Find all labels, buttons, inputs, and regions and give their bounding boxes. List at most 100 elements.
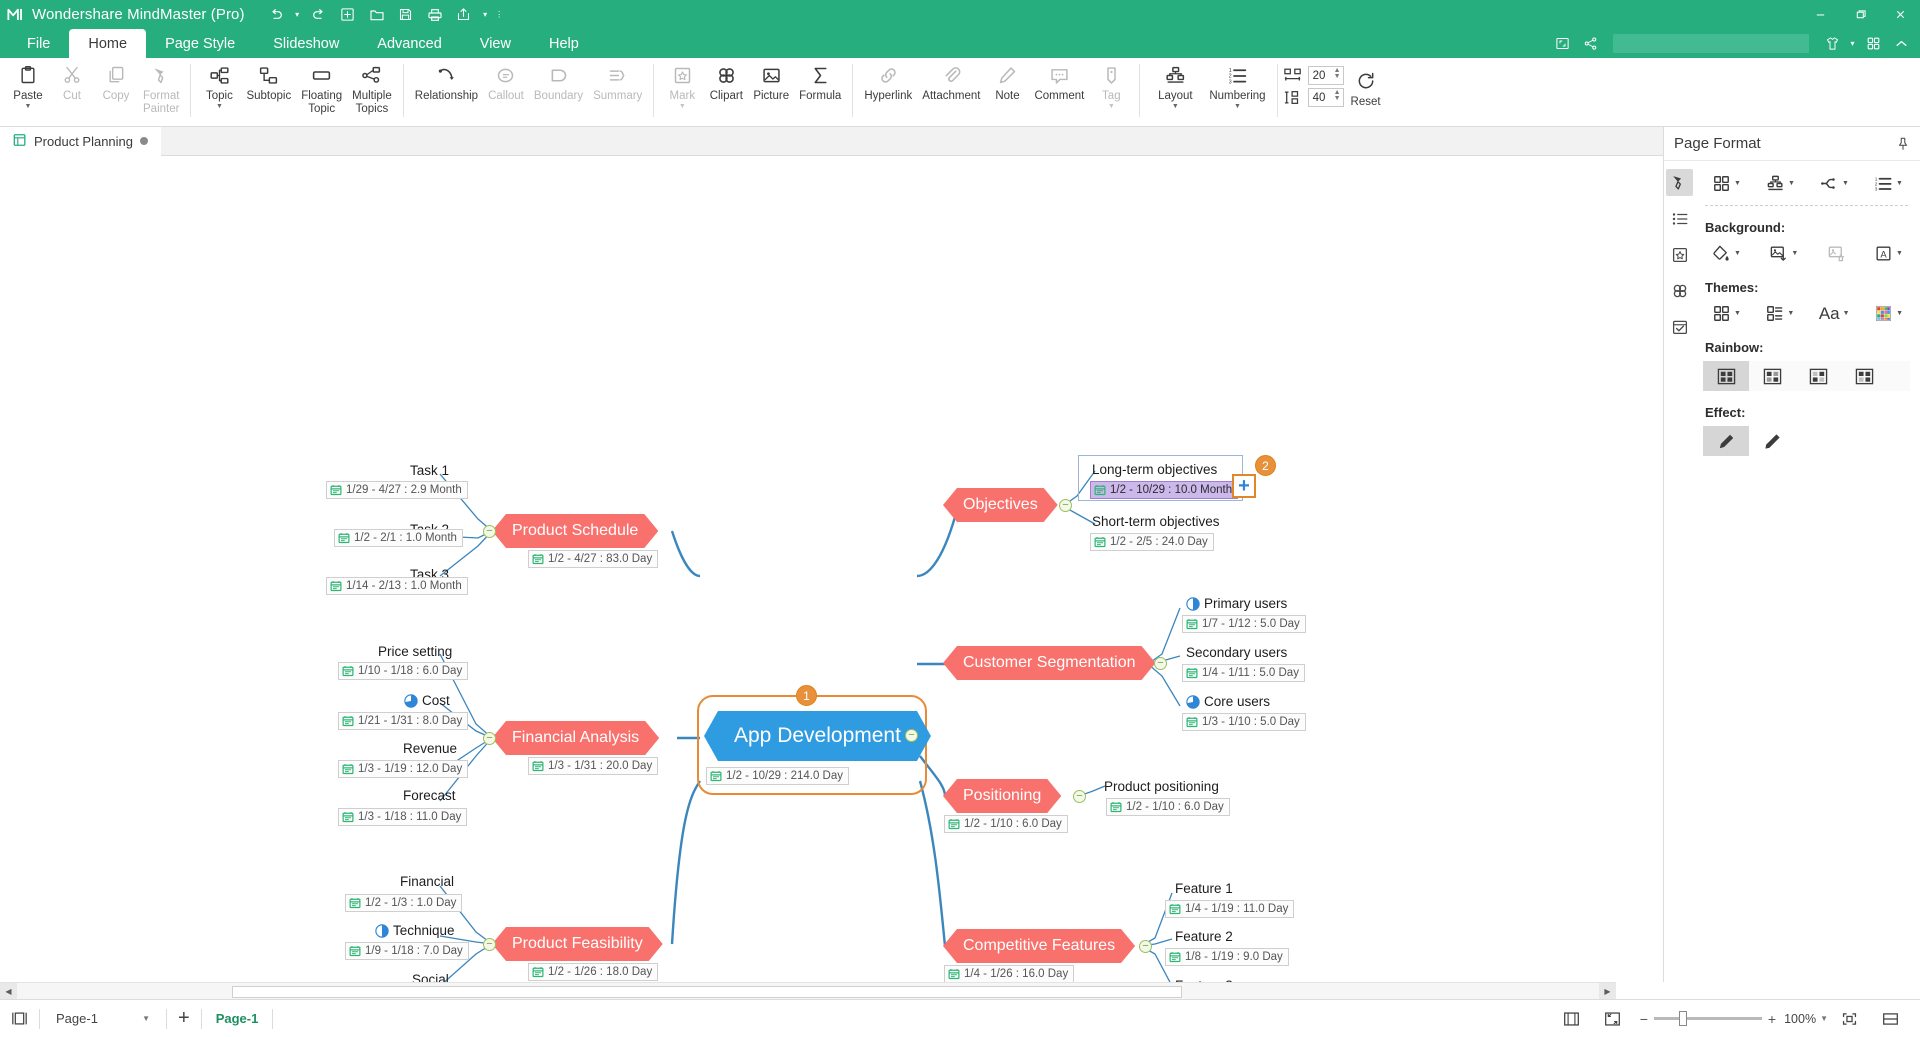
fit-page-button[interactable] <box>1552 1000 1591 1037</box>
comment-button[interactable]: Comment <box>1029 58 1089 103</box>
leaf-social[interactable]: Social <box>412 972 449 982</box>
topic-button[interactable]: Topic ▼ <box>197 58 241 110</box>
add-page-button[interactable]: + <box>167 1000 201 1037</box>
note-button[interactable]: Note <box>985 58 1029 103</box>
font-theme-button[interactable]: Aa ▼ <box>1816 301 1853 326</box>
add-topic-button[interactable]: + <box>1232 474 1256 498</box>
tab-help[interactable]: Help <box>530 29 598 58</box>
zoom-level-control[interactable]: 100% ▼ <box>1784 1012 1828 1026</box>
tag-dropdown-icon[interactable]: ▼ <box>1108 104 1115 110</box>
zoom-in-button[interactable]: + <box>1768 1011 1776 1027</box>
topic-dropdown-icon[interactable]: ▼ <box>216 104 223 110</box>
save-icon[interactable] <box>393 4 419 26</box>
background-image-button[interactable]: ▼ <box>1766 241 1801 266</box>
callout-button[interactable]: Callout <box>483 58 529 103</box>
watermark-button[interactable]: A ▼ <box>1871 241 1906 266</box>
font-theme-dropdown-icon[interactable]: ▼ <box>1843 310 1850 317</box>
fill-color-button[interactable]: ▼ <box>1709 241 1744 266</box>
shirt-icon[interactable] <box>1819 31 1845 57</box>
copy-button[interactable]: Copy <box>94 58 138 103</box>
current-page-name[interactable]: Page-1 <box>202 1011 273 1026</box>
leaf-secondary-users[interactable]: Secondary users <box>1186 645 1287 660</box>
leaf-cost[interactable]: Cost <box>404 693 450 708</box>
print-icon[interactable] <box>422 4 448 26</box>
rail-task-icon[interactable] <box>1666 313 1693 340</box>
theme-set-dropdown-icon[interactable]: ▼ <box>1734 310 1741 317</box>
horizontal-spacing-stepper[interactable]: ▲▼ <box>1334 68 1341 80</box>
export-dropdown-icon[interactable]: ▾ <box>480 4 491 26</box>
zoom-thumb[interactable] <box>1679 1011 1687 1026</box>
theme-style-button[interactable]: ▼ <box>1762 301 1797 326</box>
structure-button[interactable]: ▼ <box>1763 171 1798 196</box>
rail-outline-icon[interactable] <box>1666 205 1693 232</box>
panel-numbering-button[interactable]: 123 ▼ <box>1871 171 1906 196</box>
date-long-term-objectives[interactable]: 1/2 - 10/29 : 10.0 Month <box>1090 481 1238 499</box>
horizontal-scroll-track[interactable] <box>17 983 1599 1000</box>
leaf-financial[interactable]: Financial <box>400 874 454 889</box>
rail-clipart-icon[interactable] <box>1666 277 1693 304</box>
leaf-feature-2[interactable]: Feature 2 <box>1175 929 1233 944</box>
subtopic-button[interactable]: Subtopic <box>241 58 296 103</box>
scroll-left-icon[interactable]: ◀ <box>0 983 17 1000</box>
page-select-dropdown[interactable]: Page-1 ▼ <box>40 1000 166 1037</box>
theme-grid-button[interactable]: ▼ <box>1709 171 1744 196</box>
relationship-button[interactable]: Relationship <box>410 58 483 103</box>
central-collapse-toggle[interactable]: − <box>905 729 918 742</box>
format-painter-button[interactable]: Format Painter <box>138 58 184 115</box>
fullscreen-icon[interactable] <box>1549 31 1575 57</box>
reset-button[interactable]: Reset <box>1344 58 1388 109</box>
leaf-price-setting[interactable]: Price setting <box>378 644 452 659</box>
structure-dropdown-icon[interactable]: ▼ <box>1788 180 1795 187</box>
tab-page-style[interactable]: Page Style <box>146 29 254 58</box>
fill-color-dropdown-icon[interactable]: ▼ <box>1734 250 1741 257</box>
picture-button[interactable]: Picture <box>748 58 794 103</box>
hyperlink-button[interactable]: Hyperlink <box>859 58 917 103</box>
quick-access-more-icon[interactable]: ⋮ <box>494 4 505 26</box>
mindmap-canvas[interactable]: 1 App Development − 1/2 - 10/29 : 214.0 … <box>0 156 1616 982</box>
color-palette-button[interactable]: ▼ <box>1871 301 1906 326</box>
pin-icon[interactable] <box>1896 137 1910 151</box>
floating-topic-button[interactable]: Floating Topic <box>296 58 347 115</box>
document-tab-product-planning[interactable]: Product Planning <box>0 127 161 156</box>
paste-button[interactable]: Paste ▼ <box>6 58 50 110</box>
theme-grid-dropdown-icon[interactable]: ▼ <box>1734 180 1741 187</box>
open-icon[interactable] <box>364 4 390 26</box>
numbering-dropdown-icon[interactable]: ▼ <box>1234 104 1241 110</box>
collapse-competitive-features[interactable]: − <box>1139 940 1152 953</box>
multiple-topics-button[interactable]: Multiple Topics <box>347 58 397 115</box>
branch-objectives[interactable]: Objectives <box>943 488 1058 522</box>
leaf-revenue[interactable]: Revenue <box>403 741 457 756</box>
tab-home[interactable]: Home <box>69 29 146 58</box>
collapse-objectives[interactable]: − <box>1059 499 1072 512</box>
hand-drawn-option[interactable] <box>1703 426 1749 456</box>
branch-style-dropdown-icon[interactable]: ▼ <box>1842 180 1849 187</box>
rainbow-style-4-option[interactable] <box>1841 361 1887 391</box>
panel-numbering-dropdown-icon[interactable]: ▼ <box>1896 180 1903 187</box>
redo-icon[interactable] <box>306 4 332 26</box>
formula-button[interactable]: Formula <box>794 58 846 103</box>
grid-apps-icon[interactable] <box>1860 31 1886 57</box>
attachment-button[interactable]: Attachment <box>917 58 985 103</box>
zoom-slider[interactable]: − + <box>1634 1011 1782 1027</box>
layout-dropdown-icon[interactable]: ▼ <box>1172 104 1179 110</box>
branch-customer-segmentation[interactable]: Customer Segmentation <box>943 646 1156 680</box>
export-icon[interactable] <box>451 4 477 26</box>
rail-page-format-icon[interactable] <box>1666 169 1693 196</box>
background-image-dropdown-icon[interactable]: ▼ <box>1791 250 1798 257</box>
branch-positioning[interactable]: Positioning <box>943 779 1061 813</box>
page-select-control[interactable]: Page-1 ▼ <box>51 1008 155 1030</box>
chevron-down-icon[interactable]: ▼ <box>142 1014 150 1023</box>
new-icon[interactable] <box>335 4 361 26</box>
collapse-product-schedule[interactable]: − <box>483 525 496 538</box>
summary-button[interactable]: Summary <box>588 58 647 103</box>
rainbow-style-3-option[interactable] <box>1795 361 1841 391</box>
leaf-long-term-objectives[interactable]: Long-term objectives <box>1092 462 1217 477</box>
tab-view[interactable]: View <box>461 29 530 58</box>
split-view-button[interactable] <box>1871 1000 1910 1037</box>
collapse-financial-analysis[interactable]: − <box>483 732 496 745</box>
leaf-short-term-objectives[interactable]: Short-term objectives <box>1092 514 1220 529</box>
restore-button[interactable] <box>1840 0 1880 29</box>
page-view-button[interactable] <box>0 1000 39 1037</box>
pencil-option[interactable] <box>1749 426 1795 456</box>
minimize-button[interactable] <box>1800 0 1840 29</box>
